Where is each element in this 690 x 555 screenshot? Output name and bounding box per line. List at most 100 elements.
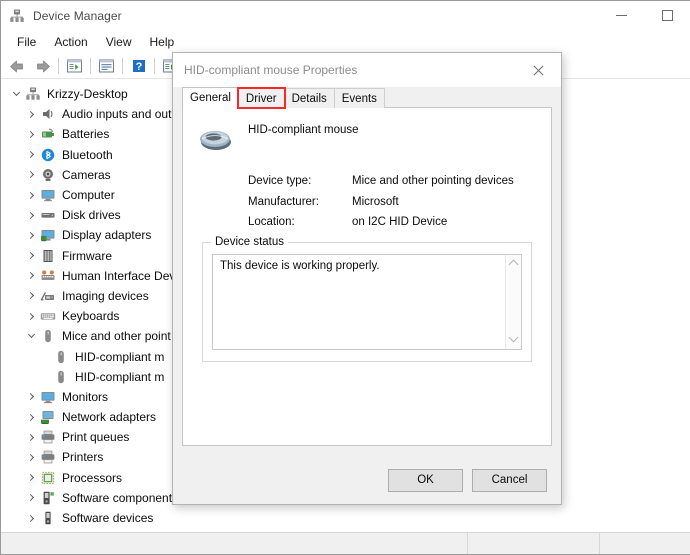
minimize-button[interactable] (598, 1, 644, 30)
scroll-up-icon[interactable] (508, 259, 519, 270)
dialog-close-button[interactable] (516, 53, 561, 87)
window-titlebar: Device Manager (1, 1, 690, 30)
chevron-right-icon (26, 211, 35, 219)
dialog-footer: OK Cancel (173, 456, 561, 504)
processor-icon (40, 470, 56, 486)
device-status-legend: Device status (211, 236, 289, 248)
twisty-collapsed[interactable] (23, 449, 40, 465)
menu-help[interactable]: Help (141, 33, 184, 51)
hid-icon (40, 268, 56, 284)
tree-item-label: Keyboards (62, 309, 120, 324)
properties-icon (99, 59, 114, 73)
chevron-right-icon (26, 393, 35, 401)
device-status-scrollbar[interactable] (505, 255, 521, 349)
back-button[interactable] (5, 55, 30, 78)
close-icon (532, 64, 545, 77)
menu-file[interactable]: File (8, 33, 45, 51)
toolbar-separator (154, 58, 155, 74)
twisty-collapsed[interactable] (23, 268, 40, 284)
twisty-collapsed[interactable] (23, 409, 40, 425)
tree-item-label: Processors (62, 470, 123, 485)
tree-item-label: Imaging devices (62, 288, 149, 303)
device-status-text: This device is working properly. (220, 260, 380, 272)
dialog-title: HID-compliant mouse Properties (184, 63, 358, 77)
twisty-collapsed[interactable] (23, 187, 40, 203)
twisty-collapsed[interactable] (23, 308, 40, 324)
chevron-right-icon (26, 453, 35, 462)
tree-item-label: HID-compliant m (75, 369, 165, 384)
twisty-collapsed[interactable] (23, 429, 40, 445)
twisty-collapsed[interactable] (23, 227, 40, 243)
device-header: HID-compliant mouse (199, 122, 535, 153)
tree-item-software-devices[interactable]: Software devices (1, 508, 690, 528)
tab-driver[interactable]: Driver (236, 87, 286, 109)
printer-icon (40, 429, 56, 445)
cancel-button[interactable]: Cancel (472, 468, 547, 492)
tab-general[interactable]: General (182, 87, 239, 108)
maximize-icon (661, 10, 673, 21)
battery-icon (40, 126, 56, 142)
twisty-collapsed[interactable] (23, 288, 40, 304)
ok-button[interactable]: OK (388, 468, 463, 492)
chevron-right-icon (26, 292, 35, 300)
tree-item-label: Software devices (62, 511, 154, 526)
twisty-collapsed[interactable] (23, 207, 40, 223)
chevron-right-icon (26, 413, 35, 421)
chevron-right-icon (26, 312, 35, 320)
twisty-collapsed[interactable] (23, 470, 40, 486)
device-properties-table: Device type: Mice and other pointing dev… (248, 175, 535, 228)
twisty-collapsed[interactable] (23, 167, 40, 183)
screen-root: Device Manager File Action View Help ? K… (0, 0, 690, 555)
dialog-titlebar: HID-compliant mouse Properties (173, 53, 561, 87)
dialog-body: General Driver Details Events HID-compli… (173, 87, 561, 456)
twisty-collapsed[interactable] (23, 530, 40, 532)
device-status-groupbox: Device status This device is working pro… (202, 236, 532, 362)
monitor-icon (40, 187, 56, 203)
tree-item-sound-video-and-game-controllers[interactable]: Sound, video and gar (1, 528, 690, 532)
toolbar-separator (122, 58, 123, 74)
twisty-expanded[interactable] (23, 328, 40, 344)
property-key: Device type: (248, 175, 312, 187)
properties-dialog: HID-compliant mouse Properties General D… (172, 52, 562, 505)
property-key: Location: (248, 216, 295, 228)
network-adapter-icon (40, 409, 56, 425)
minimize-icon (615, 15, 627, 16)
help-button[interactable]: ? (126, 55, 151, 78)
properties-button[interactable] (94, 55, 119, 78)
printer-icon (40, 449, 56, 465)
tab-events[interactable]: Events (333, 88, 385, 108)
mouse-icon (40, 328, 56, 344)
device-status-textbox[interactable]: This device is working properly. (212, 254, 522, 350)
firmware-icon (40, 248, 56, 264)
chevron-right-icon (26, 130, 35, 139)
help-icon: ? (132, 60, 145, 73)
tree-item-label: Display adapters (62, 228, 152, 243)
show-hide-console-tree-button[interactable] (62, 55, 87, 78)
tree-item-label: Print queues (62, 430, 130, 445)
twisty-collapsed[interactable] (23, 490, 40, 506)
scroll-down-icon[interactable] (508, 332, 519, 343)
keyboard-icon (40, 308, 56, 324)
svg-text:?: ? (135, 61, 142, 73)
status-bar-segment-2 (468, 533, 600, 554)
chevron-right-icon (26, 433, 35, 441)
tab-details[interactable]: Details (283, 88, 335, 108)
property-row-device-type: Device type: Mice and other pointing dev… (248, 175, 535, 187)
tree-item-label: Cameras (62, 167, 111, 182)
mouse-device-icon (53, 349, 69, 365)
twisty-collapsed[interactable] (23, 147, 40, 163)
twisty-expanded[interactable] (8, 86, 25, 102)
menu-action[interactable]: Action (45, 33, 96, 51)
twisty-collapsed[interactable] (23, 106, 40, 122)
twisty-collapsed[interactable] (23, 510, 40, 526)
forward-button[interactable] (30, 55, 55, 78)
bluetooth-icon (40, 147, 56, 163)
tree-item-label: Firmware (62, 248, 112, 263)
window-title: Device Manager (33, 8, 122, 23)
twisty-collapsed[interactable] (23, 248, 40, 264)
twisty-collapsed[interactable] (23, 126, 40, 142)
twisty-collapsed[interactable] (23, 389, 40, 405)
property-row-location: Location: on I2C HID Device (248, 216, 535, 228)
maximize-button[interactable] (644, 1, 690, 30)
menu-view[interactable]: View (97, 33, 141, 51)
